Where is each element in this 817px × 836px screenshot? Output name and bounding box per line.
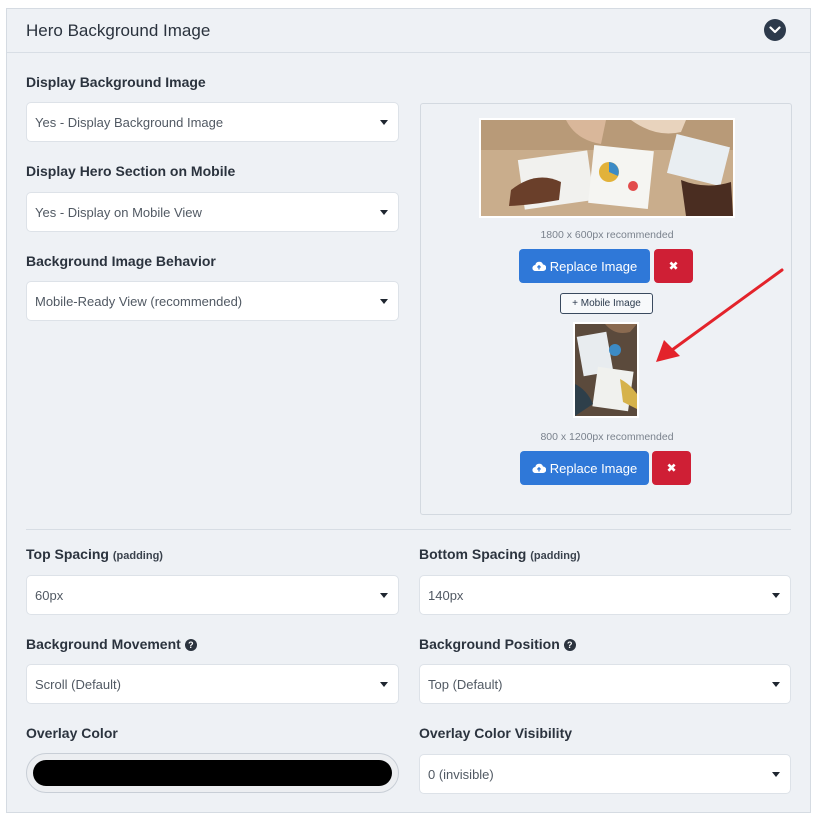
behavior-label: Background Image Behavior bbox=[26, 253, 216, 269]
question-icon[interactable]: ? bbox=[563, 639, 576, 651]
overlay-color-field[interactable] bbox=[26, 753, 399, 793]
replace-mobile-label: Replace Image bbox=[549, 460, 638, 476]
position-select[interactable]: Top (Default) bbox=[419, 664, 791, 704]
display-mobile-label: Display Hero Section on Mobile bbox=[26, 163, 236, 179]
movement-label: Background Movement? bbox=[26, 636, 197, 652]
display-bg-label: Display Background Image bbox=[26, 74, 206, 90]
caret-down-icon bbox=[772, 772, 780, 777]
display-bg-select[interactable]: Yes - Display Background Image bbox=[26, 102, 399, 142]
cloud-upload-icon bbox=[532, 463, 546, 473]
display-bg-value: Yes - Display Background Image bbox=[35, 114, 224, 130]
overlay-visibility-value: 0 (invisible) bbox=[428, 766, 494, 782]
position-label-text: Background Position bbox=[419, 636, 560, 652]
bottom-spacing-label-text: Bottom Spacing bbox=[419, 546, 527, 562]
chevron-down-icon[interactable] bbox=[764, 19, 786, 41]
remove-desktop-image-button[interactable]: ✖ bbox=[654, 249, 693, 283]
movement-label-text: Background Movement bbox=[26, 636, 181, 652]
replace-mobile-image-button[interactable]: Replace Image bbox=[520, 451, 649, 485]
caret-down-icon bbox=[380, 120, 388, 125]
top-spacing-value: 60px bbox=[35, 587, 64, 603]
display-mobile-select[interactable]: Yes - Display on Mobile View bbox=[26, 192, 399, 232]
panel-header: Hero Background Image bbox=[7, 9, 810, 53]
hero-background-panel: Hero Background Image Display Background… bbox=[6, 8, 811, 813]
caret-down-icon bbox=[380, 593, 388, 598]
bottom-spacing-select[interactable]: 140px bbox=[419, 575, 791, 615]
movement-value: Scroll (Default) bbox=[35, 676, 121, 692]
close-icon: ✖ bbox=[666, 461, 677, 475]
top-spacing-label-text: Top Spacing bbox=[26, 546, 109, 562]
overlay-visibility-select[interactable]: 0 (invisible) bbox=[419, 754, 791, 794]
question-icon[interactable]: ? bbox=[184, 639, 197, 651]
remove-mobile-image-button[interactable]: ✖ bbox=[652, 451, 691, 485]
replace-desktop-label: Replace Image bbox=[549, 258, 638, 274]
position-label: Background Position? bbox=[419, 636, 576, 652]
replace-desktop-image-button[interactable]: Replace Image bbox=[519, 249, 650, 283]
section-divider bbox=[26, 529, 791, 530]
add-mobile-image-label: + Mobile Image bbox=[572, 298, 641, 309]
behavior-value: Mobile-Ready View (recommended) bbox=[35, 293, 243, 309]
overlay-color-swatch[interactable] bbox=[33, 760, 392, 786]
top-spacing-label: Top Spacing (padding) bbox=[26, 546, 163, 562]
top-spacing-select[interactable]: 60px bbox=[26, 575, 399, 615]
bottom-spacing-sub: (padding) bbox=[530, 550, 581, 562]
desktop-size-hint: 1800 x 600px recommended bbox=[540, 229, 674, 241]
close-icon: ✖ bbox=[668, 259, 679, 273]
overlay-visibility-label: Overlay Color Visibility bbox=[419, 725, 573, 741]
add-mobile-image-button[interactable]: + Mobile Image bbox=[560, 293, 653, 314]
caret-down-icon bbox=[772, 593, 780, 598]
panel-title: Hero Background Image bbox=[26, 21, 211, 40]
caret-down-icon bbox=[380, 299, 388, 304]
mobile-image-preview bbox=[573, 322, 639, 418]
caret-down-icon bbox=[380, 682, 388, 687]
desktop-image-preview bbox=[479, 118, 735, 218]
caret-down-icon bbox=[380, 210, 388, 215]
cloud-upload-icon bbox=[532, 261, 546, 271]
image-preview-box: 1800 x 600px recommended Replace Image ✖… bbox=[420, 103, 792, 515]
top-spacing-sub: (padding) bbox=[112, 550, 163, 562]
caret-down-icon bbox=[772, 682, 780, 687]
movement-select[interactable]: Scroll (Default) bbox=[26, 664, 399, 704]
bottom-spacing-value: 140px bbox=[428, 587, 464, 603]
overlay-color-label: Overlay Color bbox=[26, 725, 118, 741]
position-value: Top (Default) bbox=[428, 676, 503, 692]
mobile-size-hint: 800 x 1200px recommended bbox=[540, 431, 674, 443]
bottom-spacing-label: Bottom Spacing (padding) bbox=[419, 546, 580, 562]
behavior-select[interactable]: Mobile-Ready View (recommended) bbox=[26, 281, 399, 321]
display-mobile-value: Yes - Display on Mobile View bbox=[35, 204, 202, 220]
